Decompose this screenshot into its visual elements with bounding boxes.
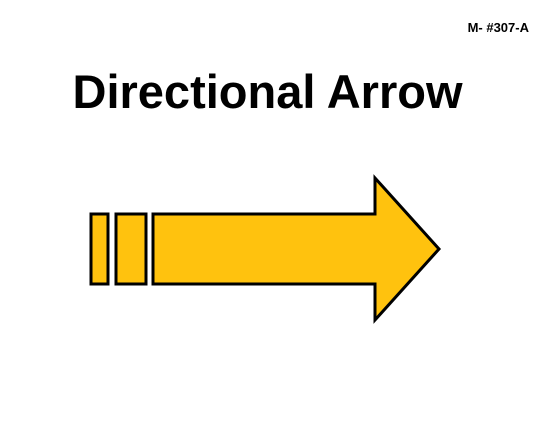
arrow-tail-stripe-medium [114, 212, 148, 286]
right-arrow-icon [89, 174, 442, 324]
arrow-tail-stripe-small [89, 212, 110, 286]
arrow-body [151, 174, 442, 324]
